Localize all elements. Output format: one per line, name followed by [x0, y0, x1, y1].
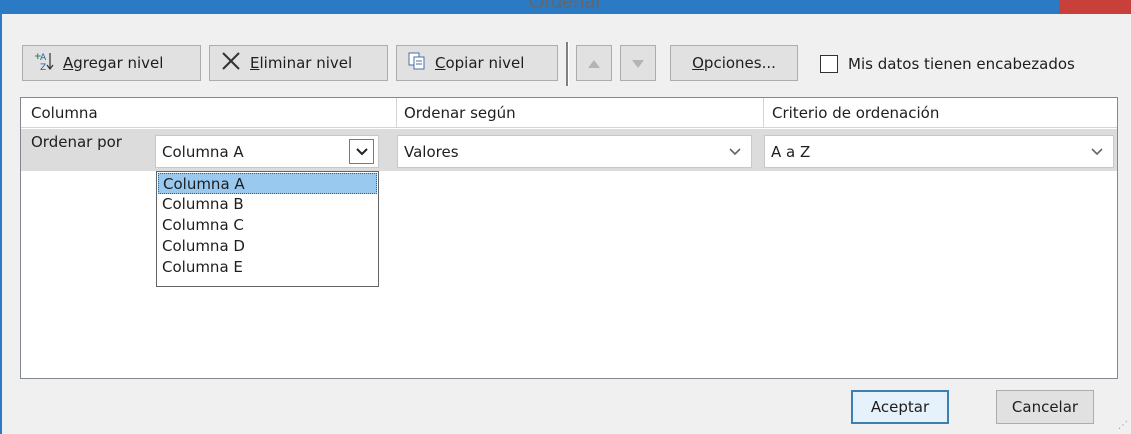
column-select[interactable]: Columna A [155, 135, 379, 168]
copy-level-button[interactable]: Copiar nivel [396, 45, 558, 81]
column-dropdown-list: Columna A Columna B Columna C Columna D … [156, 171, 379, 287]
sort-az-icon: + A Z [33, 50, 55, 76]
delete-level-button[interactable]: Eliminar nivel [209, 45, 388, 81]
checkbox-box[interactable] [820, 55, 838, 73]
header-column: Columna [31, 104, 98, 122]
sort-by-label: Ordenar por [31, 133, 122, 151]
window-border [0, 14, 2, 434]
delete-level-label: Eliminar nivel [250, 54, 353, 72]
window-title: Ordenar [528, 0, 603, 13]
header-sort-on: Ordenar según [404, 104, 516, 122]
column-header-row: Columna Ordenar según Criterio de ordena… [21, 98, 1117, 128]
chevron-down-icon[interactable] [722, 139, 747, 164]
sort-levels-panel: Columna Ordenar según Criterio de ordena… [20, 97, 1118, 379]
delete-x-icon [220, 50, 242, 76]
header-divider [763, 98, 764, 128]
add-level-button[interactable]: + A Z Agregar nivel [22, 45, 201, 81]
column-select-value: Columna A [162, 142, 244, 161]
ok-button[interactable]: Aceptar [851, 390, 949, 424]
cancel-button[interactable]: Cancelar [996, 390, 1094, 424]
header-order: Criterio de ordenación [772, 104, 940, 122]
order-select-value: A a Z [771, 142, 811, 161]
move-up-button[interactable] [576, 45, 612, 81]
dropdown-option[interactable]: Columna D [158, 236, 377, 257]
copy-level-label: Copiar nivel [435, 54, 525, 72]
options-label: Opciones... [692, 54, 776, 72]
headers-checkbox[interactable]: Mis datos tienen encabezados [820, 52, 1075, 76]
sort-on-select-value: Valores [404, 142, 459, 161]
down-arrow-icon [632, 54, 644, 72]
copy-icon [407, 51, 427, 75]
options-button[interactable]: Opciones... [670, 45, 798, 81]
up-arrow-icon [588, 54, 600, 72]
header-divider [396, 98, 397, 128]
close-button[interactable] [1059, 0, 1131, 14]
sort-on-select[interactable]: Valores [397, 135, 752, 168]
dropdown-option[interactable]: Columna C [158, 215, 377, 236]
chevron-down-icon[interactable] [1084, 139, 1109, 164]
dropdown-option[interactable]: Columna E [158, 257, 377, 278]
dropdown-option[interactable]: Columna A [158, 173, 377, 194]
svg-text:Z: Z [40, 63, 46, 72]
move-down-button[interactable] [620, 45, 656, 81]
order-select[interactable]: A a Z [764, 135, 1114, 168]
svg-text:A: A [40, 53, 47, 63]
resize-grip[interactable]: ⋰ [1118, 420, 1128, 431]
add-level-label: Agregar nivel [63, 54, 164, 72]
title-bar: Ordenar [0, 0, 1131, 14]
chevron-down-icon[interactable] [349, 139, 374, 164]
headers-checkbox-label: Mis datos tienen encabezados [848, 55, 1075, 73]
dropdown-option[interactable]: Columna B [158, 194, 377, 215]
toolbar-separator [566, 42, 569, 86]
